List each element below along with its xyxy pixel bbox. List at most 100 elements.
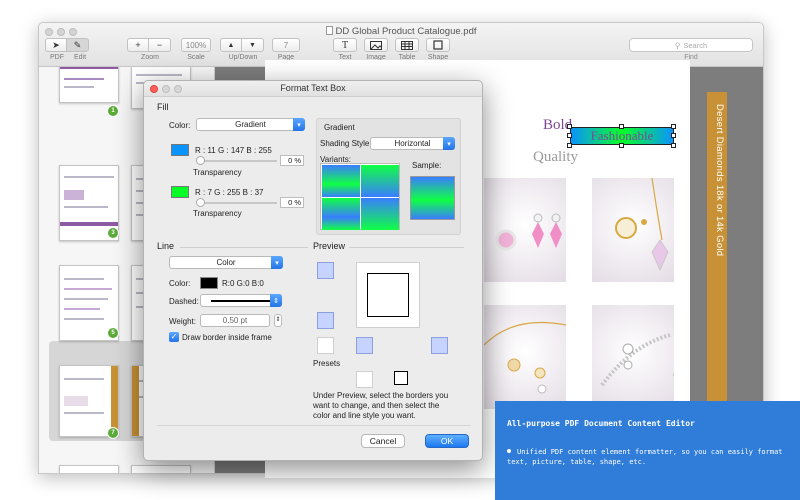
text-tool: T Text [333, 38, 357, 61]
chevron-up-icon: ▲ [227, 41, 235, 49]
scale-field[interactable]: 100% [181, 38, 211, 52]
weight-stepper[interactable]: ⇕ [274, 314, 282, 327]
border-inside-label: Draw border inside frame [182, 333, 272, 342]
right-border-button[interactable] [431, 337, 448, 354]
gradient-variant[interactable] [322, 198, 360, 230]
color1-transparency-knob[interactable] [196, 156, 205, 165]
pdf-mode-button[interactable]: ➤ [45, 38, 67, 52]
dialog-title: Format Text Box [280, 83, 346, 93]
scale-label: Scale [187, 54, 205, 61]
gradient-variant[interactable] [361, 198, 399, 230]
fill-color-select[interactable]: Gradient ▾ [196, 118, 305, 131]
gradient-label: Gradient [324, 123, 355, 132]
edit-pencil-icon: ✎ [73, 39, 82, 50]
shape-tool-button[interactable] [426, 38, 450, 52]
presets-label: Presets [313, 359, 341, 368]
page-thumbnail-selected[interactable] [59, 365, 119, 437]
color1-transparency-value[interactable]: 0 % [280, 155, 304, 166]
callout-title: All-purpose PDF Document Content Editor [507, 419, 695, 428]
page-thumbnail[interactable] [59, 67, 119, 103]
line-color-label: Color: [169, 279, 191, 288]
border-inside-checkbox[interactable]: ✓ [169, 332, 179, 342]
middle-border-button[interactable] [317, 312, 334, 329]
footer-divider [157, 425, 471, 426]
quality-text[interactable]: Quality [533, 149, 578, 166]
dialog-close-button[interactable] [150, 85, 158, 93]
dash-style-select[interactable]: ⇕ [200, 294, 282, 307]
dialog-title-bar: Format Text Box [144, 81, 482, 97]
table-tool-button[interactable] [395, 38, 419, 52]
gradient-variant[interactable] [361, 165, 399, 197]
resize-handle[interactable] [567, 133, 572, 138]
left-border-button[interactable] [356, 337, 373, 354]
page-thumbnail[interactable] [131, 465, 191, 473]
text-tool-button[interactable]: T [333, 38, 357, 52]
search-input[interactable]: ⚲ Search [629, 38, 753, 52]
edit-mode-button[interactable]: ✎ [67, 38, 89, 52]
search-placeholder: Search [683, 40, 708, 50]
callout-body-text: Unified PDF content element formatter, s… [507, 448, 783, 466]
resize-handle[interactable] [671, 143, 676, 148]
preset-none-button[interactable] [356, 371, 373, 388]
preset-box-button[interactable] [394, 371, 408, 385]
resize-handle[interactable] [567, 143, 572, 148]
table-icon [401, 40, 413, 50]
zoom-out-button[interactable]: − [149, 38, 171, 52]
ok-button[interactable]: OK [425, 434, 469, 448]
line-color-swatch[interactable] [200, 277, 218, 289]
shading-style-value: Horizontal [394, 139, 431, 148]
color1-transparency-slider[interactable] [199, 160, 277, 162]
image-tool-button[interactable] [364, 38, 388, 52]
gradient-color2-swatch[interactable] [171, 186, 189, 198]
gradient-variant[interactable] [322, 165, 360, 197]
gradient-color1-rgb: R : 11 G : 147 B : 255 [195, 146, 272, 155]
resize-handle[interactable] [619, 143, 624, 148]
cursor-arrow-icon: ➤ [52, 39, 60, 50]
page-thumbnail[interactable] [59, 465, 119, 473]
dialog-zoom-button[interactable] [174, 85, 182, 93]
line-section-title: Line [157, 241, 175, 251]
jewelry-photo[interactable] [592, 177, 674, 282]
color1-transparency-label: Transparency [193, 168, 242, 177]
resize-handle[interactable] [619, 124, 624, 129]
updown-control: ▲ ▼ Up/Down [220, 38, 266, 61]
shape-tool: Shape [426, 38, 450, 61]
format-text-box-dialog: Format Text Box Fill Color: Gradient ▾ R… [143, 80, 483, 461]
border-preview-box[interactable] [356, 262, 420, 328]
weight-input[interactable]: 0.50 pt [200, 314, 270, 327]
color2-transparency-value[interactable]: 0 % [280, 197, 304, 208]
cancel-button[interactable]: Cancel [361, 434, 405, 448]
resize-handle[interactable] [671, 133, 676, 138]
border-preview-frame [367, 273, 409, 317]
gradient-color1-swatch[interactable] [171, 144, 189, 156]
resize-handle[interactable] [671, 124, 676, 129]
updown-label: Up/Down [228, 54, 258, 61]
page-up-button[interactable]: ▲ [220, 38, 242, 52]
line-type-select[interactable]: Color ▾ [169, 256, 283, 269]
page-number-field[interactable]: 7 [272, 38, 300, 52]
fill-section-title: Fill [157, 102, 169, 112]
shading-style-label: Shading Style: [320, 139, 372, 148]
shading-style-select[interactable]: Horizontal ▾ [370, 137, 455, 150]
color2-transparency-slider[interactable] [199, 202, 277, 204]
jewelry-photo[interactable] [484, 178, 566, 282]
search-icon: ⚲ [674, 40, 681, 50]
scale-control: 100% Scale [181, 38, 211, 61]
page-control: 7 Page [272, 38, 300, 61]
dialog-minimize-button[interactable] [162, 85, 170, 93]
bottom-border-button[interactable] [317, 337, 334, 354]
color2-transparency-knob[interactable] [196, 198, 205, 207]
chevron-down-icon: ▾ [443, 137, 455, 150]
fill-color-label: Color: [169, 121, 191, 130]
top-border-button[interactable] [317, 262, 334, 279]
table-tool: Table [395, 38, 419, 61]
variants-grid [320, 163, 400, 230]
zoom-in-button[interactable]: + [127, 38, 149, 52]
page-down-button[interactable]: ▼ [242, 38, 264, 52]
jewelry-photo[interactable] [592, 305, 683, 409]
resize-handle[interactable] [567, 124, 572, 129]
pdf-mode-label: PDF [49, 54, 64, 61]
jewelry-photo[interactable] [483, 305, 567, 409]
chevron-down-icon: ▼ [249, 41, 256, 49]
line-color-value: R:0 G:0 B:0 [222, 279, 264, 288]
